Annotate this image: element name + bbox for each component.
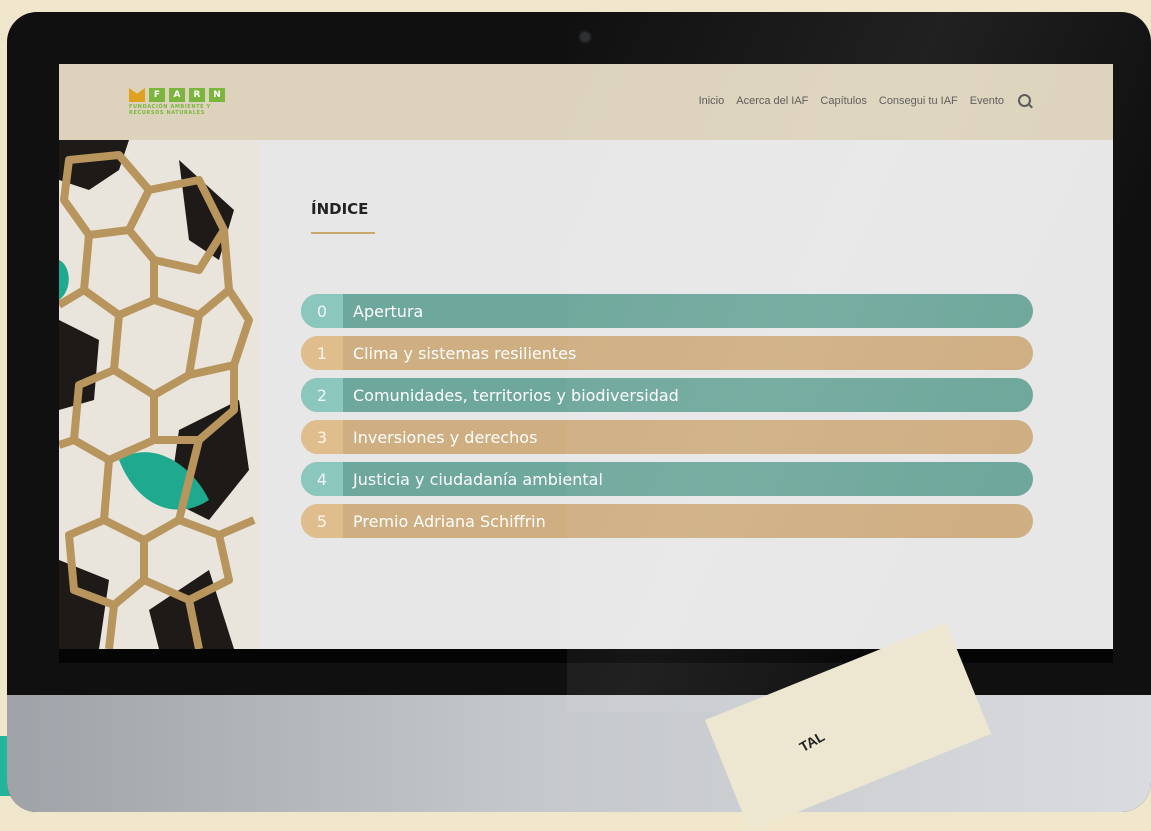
index-number: 0 <box>301 294 343 328</box>
logo-letter: F <box>149 88 165 102</box>
index-label: Clima y sistemas resilientes <box>353 343 577 363</box>
nav-consegui[interactable]: Consegui tu IAF <box>879 95 958 107</box>
farn-logo[interactable]: F A R N FUNDACIÓN AMBIENTE Y RECURSOS NA… <box>129 88 249 124</box>
site-header: F A R N FUNDACIÓN AMBIENTE Y RECURSOS NA… <box>59 64 1113 140</box>
leaf-icon <box>129 88 145 102</box>
index-number: 2 <box>301 378 343 412</box>
index-number: 3 <box>301 420 343 454</box>
index-item[interactable]: 0 Apertura <box>301 294 1033 328</box>
main-nav: Inicio Acerca del IAF Capítulos Consegui… <box>699 94 1031 107</box>
index-label: Justicia y ciudadanía ambiental <box>353 469 603 489</box>
index-item[interactable]: 3 Inversiones y derechos <box>301 420 1033 454</box>
index-item[interactable]: 5 Premio Adriana Schiffrin <box>301 504 1033 538</box>
browser-screen: F A R N FUNDACIÓN AMBIENTE Y RECURSOS NA… <box>59 64 1113 649</box>
index-item[interactable]: 1 Clima y sistemas resilientes <box>301 336 1033 370</box>
nav-acerca[interactable]: Acerca del IAF <box>736 95 808 107</box>
camera-icon <box>580 32 590 42</box>
nav-evento[interactable]: Evento <box>970 95 1004 107</box>
logo-subtitle: FUNDACIÓN AMBIENTE Y RECURSOS NATURALES <box>129 104 211 116</box>
index-label: Comunidades, territorios y biodiversidad <box>353 385 679 405</box>
index-label: Apertura <box>353 301 424 321</box>
decorative-mosaic-art <box>59 140 259 649</box>
logo-letter: N <box>209 88 225 102</box>
logo-letter: A <box>169 88 185 102</box>
index-item[interactable]: 4 Justicia y ciudadanía ambiental <box>301 462 1033 496</box>
index-number: 5 <box>301 504 343 538</box>
nav-capitulos[interactable]: Capítulos <box>820 95 866 107</box>
index-number: 1 <box>301 336 343 370</box>
paper-text: TAL <box>796 728 828 755</box>
logo-letter: R <box>189 88 205 102</box>
search-icon[interactable] <box>1018 94 1031 107</box>
index-item[interactable]: 2 Comunidades, territorios y biodiversid… <box>301 378 1033 412</box>
monitor-frame: F A R N FUNDACIÓN AMBIENTE Y RECURSOS NA… <box>7 12 1151 812</box>
index-list: 0 Apertura 1 Clima y sistemas resiliente… <box>301 294 1033 546</box>
index-label: Inversiones y derechos <box>353 427 538 447</box>
title-underline <box>311 232 375 234</box>
page-title: ÍNDICE <box>311 200 369 218</box>
index-number: 4 <box>301 462 343 496</box>
nav-inicio[interactable]: Inicio <box>699 95 725 107</box>
index-label: Premio Adriana Schiffrin <box>353 511 546 531</box>
